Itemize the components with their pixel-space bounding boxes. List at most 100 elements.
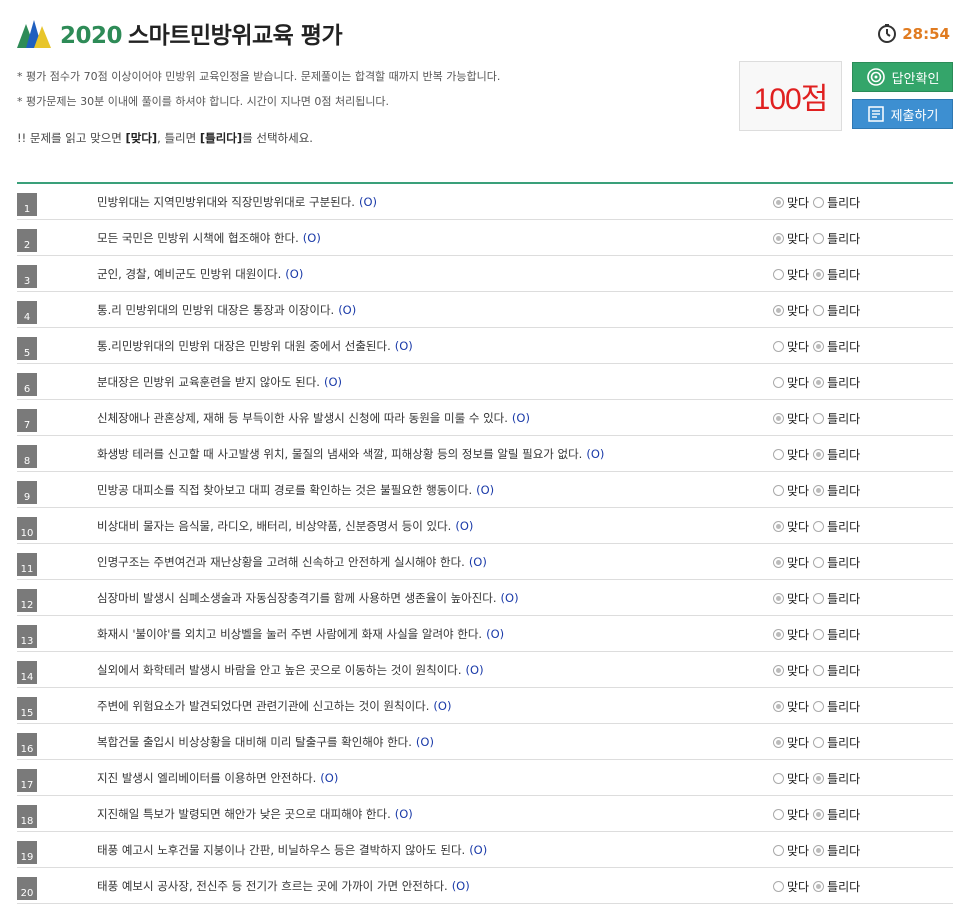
- option-no-label: 틀리다: [827, 592, 861, 606]
- radio-no[interactable]: [813, 269, 825, 280]
- radio-no[interactable]: [813, 773, 825, 784]
- question-row: 8 화생방 테러를 신고할 때 사고발생 위치, 물질의 냄새와 색깔, 피해상황…: [17, 436, 953, 472]
- radio-yes[interactable]: [773, 197, 784, 208]
- radio-no[interactable]: [813, 557, 825, 568]
- document-icon: [867, 106, 884, 122]
- option-no-label: 틀리다: [827, 412, 861, 426]
- radio-yes[interactable]: [773, 593, 784, 604]
- radio-no[interactable]: [813, 629, 825, 640]
- radio-no[interactable]: [813, 449, 825, 460]
- radio-yes[interactable]: [773, 269, 784, 280]
- check-answer-button[interactable]: 답안확인: [852, 62, 953, 92]
- option-yes-label: 맞다: [787, 340, 810, 354]
- radio-yes[interactable]: [773, 701, 784, 712]
- question-text-wrap: 비상대비 물자는 음식물, 라디오, 배터리, 비상약품, 신분증명서 등이 있…: [97, 518, 473, 534]
- option-yes-label: 맞다: [787, 664, 810, 678]
- radio-yes[interactable]: [773, 737, 784, 748]
- radio-yes[interactable]: [773, 845, 784, 856]
- radio-no[interactable]: [813, 413, 825, 424]
- question-text: 태풍 예보시 공사장, 전신주 등 전기가 흐르는 곳에 가까이 가면 안전하다…: [97, 879, 448, 893]
- answer-mark: (O): [358, 195, 377, 209]
- submit-button[interactable]: 제출하기: [852, 99, 953, 129]
- question-row: 9 민방공 대피소를 직접 찾아보고 대피 경로를 확인하는 것은 불필요한 행동…: [17, 472, 953, 508]
- question-number: 4: [17, 301, 37, 324]
- question-row: 16 복합건물 출입시 비상상황을 대비해 미리 탈출구를 확인해야 한다. (O)…: [17, 724, 953, 760]
- radio-no[interactable]: [813, 485, 825, 496]
- notice-score: * 평가 점수가 70점 이상이어야 민방위 교육인정을 받습니다. 문제풀이는…: [17, 70, 501, 83]
- radio-no[interactable]: [813, 305, 825, 316]
- answer-options: 맞다 틀리다: [773, 410, 864, 427]
- radio-no[interactable]: [813, 845, 825, 856]
- question-text: 실외에서 화학테러 발생시 바람을 안고 높은 곳으로 이동하는 것이 원칙이다…: [97, 663, 462, 677]
- question-text: 군인, 경찰, 예비군도 민방위 대원이다.: [97, 267, 282, 281]
- radio-no[interactable]: [813, 737, 825, 748]
- question-row: 2 모든 국민은 민방위 시책에 협조해야 한다. (O) 맞다 틀리다: [17, 220, 953, 256]
- answer-options: 맞다 틀리다: [773, 554, 864, 571]
- question-text-wrap: 실외에서 화학테러 발생시 바람을 안고 높은 곳으로 이동하는 것이 원칙이다…: [97, 662, 484, 678]
- question-number: 2: [17, 229, 37, 252]
- answer-mark: (O): [302, 231, 321, 245]
- question-row: 17 지진 발생시 엘리베이터를 이용하면 안전하다. (O) 맞다 틀리다: [17, 760, 953, 796]
- radio-no[interactable]: [813, 593, 825, 604]
- option-yes-label: 맞다: [787, 700, 810, 714]
- target-icon: [866, 68, 885, 86]
- radio-no[interactable]: [813, 881, 825, 892]
- question-text: 지진 발생시 엘리베이터를 이용하면 안전하다.: [97, 771, 317, 785]
- question-row: 7 신체장애나 관혼상제, 재해 등 부득이한 사유 발생시 신청에 따라 동원을…: [17, 400, 953, 436]
- page-title: 2020 스마트민방위교육 평가: [60, 16, 343, 50]
- radio-yes[interactable]: [773, 413, 784, 424]
- radio-no[interactable]: [813, 377, 825, 388]
- instruction-mid: , 틀리면: [157, 131, 200, 145]
- question-number: 16: [17, 733, 37, 756]
- radio-no[interactable]: [813, 233, 825, 244]
- answer-mark: (O): [394, 339, 413, 353]
- question-row: 12 심장마비 발생시 심폐소생술과 자동심장충격기를 함께 사용하면 생존율이 …: [17, 580, 953, 616]
- option-no-label: 틀리다: [827, 844, 861, 858]
- radio-no[interactable]: [813, 809, 825, 820]
- radio-no[interactable]: [813, 341, 825, 352]
- question-number: 11: [17, 553, 37, 576]
- question-row: 19 태풍 예고시 노후건물 지붕이나 간판, 비닐하우스 등은 결박하지 않아도…: [17, 832, 953, 868]
- radio-no[interactable]: [813, 701, 825, 712]
- question-row: 5 통.리민방위대의 민방위 대장은 민방위 대원 중에서 선출된다. (O) 맞다 틀…: [17, 328, 953, 364]
- radio-yes[interactable]: [773, 665, 784, 676]
- question-text-wrap: 민방공 대피소를 직접 찾아보고 대피 경로를 확인하는 것은 불필요한 행동이…: [97, 482, 494, 498]
- radio-no[interactable]: [813, 521, 825, 532]
- radio-yes[interactable]: [773, 557, 784, 568]
- radio-yes[interactable]: [773, 629, 784, 640]
- radio-no[interactable]: [813, 197, 825, 208]
- answer-mark: (O): [451, 879, 470, 893]
- option-yes-label: 맞다: [787, 736, 810, 750]
- option-no-label: 틀리다: [827, 232, 861, 246]
- radio-yes[interactable]: [773, 881, 784, 892]
- radio-yes[interactable]: [773, 809, 784, 820]
- radio-yes[interactable]: [773, 449, 784, 460]
- question-text-wrap: 복합건물 출입시 비상상황을 대비해 미리 탈출구를 확인해야 한다. (O): [97, 734, 434, 750]
- radio-yes[interactable]: [773, 773, 784, 784]
- radio-yes[interactable]: [773, 305, 784, 316]
- radio-no[interactable]: [813, 665, 825, 676]
- radio-yes[interactable]: [773, 377, 784, 388]
- radio-yes[interactable]: [773, 521, 784, 532]
- question-row: 20 태풍 예보시 공사장, 전신주 등 전기가 흐르는 곳에 가까이 가면 안전…: [17, 868, 953, 904]
- answer-options: 맞다 틀리다: [773, 590, 864, 607]
- answer-options: 맞다 틀리다: [773, 626, 864, 643]
- title-year: 2020: [60, 23, 123, 49]
- question-text: 통.리민방위대의 민방위 대장은 민방위 대원 중에서 선출된다.: [97, 339, 391, 353]
- question-number: 18: [17, 805, 37, 828]
- option-yes-label: 맞다: [787, 304, 810, 318]
- option-no-label: 틀리다: [827, 556, 861, 570]
- option-yes-label: 맞다: [787, 556, 810, 570]
- radio-yes[interactable]: [773, 485, 784, 496]
- timer-text: 28:54: [902, 25, 950, 43]
- radio-yes[interactable]: [773, 341, 784, 352]
- answer-mark: (O): [323, 375, 342, 389]
- option-no-label: 틀리다: [827, 628, 861, 642]
- option-yes-label: 맞다: [787, 880, 810, 894]
- radio-yes[interactable]: [773, 233, 784, 244]
- option-no-label: 틀리다: [827, 520, 861, 534]
- question-text-wrap: 화재시 '불이야'를 외치고 비상벨을 눌러 주변 사람에게 화재 사실을 알려…: [97, 626, 504, 642]
- question-row: 13 화재시 '불이야'를 외치고 비상벨을 눌러 주변 사람에게 화재 사실을 …: [17, 616, 953, 652]
- question-row: 3 군인, 경찰, 예비군도 민방위 대원이다. (O) 맞다 틀리다: [17, 256, 953, 292]
- question-row: 4 통.리 민방위대의 민방위 대장은 통장과 이장이다. (O) 맞다 틀리다: [17, 292, 953, 328]
